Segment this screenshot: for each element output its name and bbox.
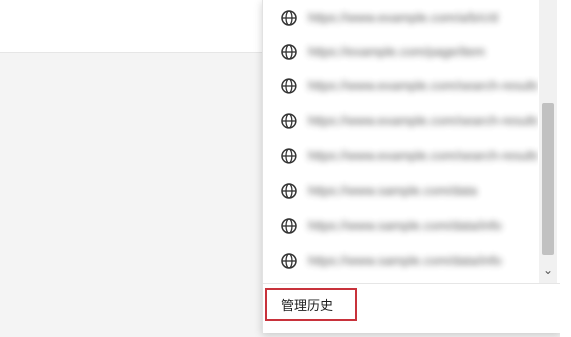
history-item[interactable]: https://www.sample.com/data [263,174,538,208]
history-item-url: https://www.example.com/search-results [307,149,538,163]
history-list: https://www.example.com/a/b/c/d https://… [263,0,538,283]
globe-icon [281,218,297,234]
globe-icon [281,10,297,26]
page-edge [560,0,571,337]
history-item[interactable]: https://www.example.com/search-results [263,139,538,173]
globe-icon [281,183,297,199]
history-item[interactable]: https://example.com/page/item [263,35,538,69]
history-item[interactable]: https://www.sample.com/data/info [263,244,538,278]
globe-icon [281,148,297,164]
history-item-url: https://www.sample.com/data [308,184,478,198]
history-item-url: https://example.com/page/item [308,45,486,59]
globe-icon [281,78,297,94]
history-dropdown: https://www.example.com/a/b/c/d https://… [262,0,561,333]
globe-icon [281,113,297,129]
history-item-url: https://www.example.com/search-results [307,114,538,128]
scrollbar-thumb[interactable] [542,103,554,255]
history-item-url: https://www.example.com/a/b/c/d [308,11,499,25]
scroll-down-arrow-icon[interactable]: ⌄ [540,262,556,278]
history-item-url: https://www.sample.com/data/info [308,219,502,233]
history-item-url: https://www.example.com/search-results [307,79,538,93]
globe-icon [281,253,297,269]
divider [263,283,561,284]
scrollbar[interactable]: ⌄ [539,0,557,283]
history-item[interactable]: https://www.sample.com/data/info [263,209,538,243]
history-item[interactable]: https://www.example.com/search-results [263,104,538,138]
history-item[interactable]: https://www.example.com/a/b/c/d [263,1,538,35]
history-item[interactable]: https://www.example.com/search-results [263,69,538,103]
globe-icon [281,44,297,60]
manage-history-button[interactable]: 管理历史 [265,288,357,321]
history-item-url: https://www.sample.com/data/info [308,254,502,268]
